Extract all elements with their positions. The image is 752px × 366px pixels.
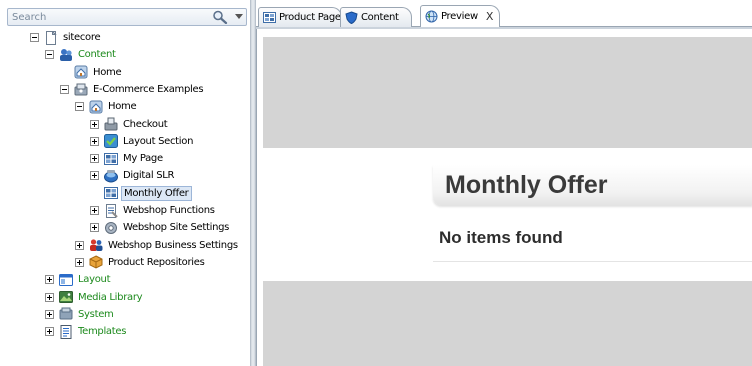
ecommerce-icon <box>74 83 88 96</box>
tree-node-webshop-functions[interactable]: Webshop Functions <box>0 202 250 219</box>
expand-icon[interactable] <box>90 136 99 146</box>
page-title: Monthly Offer <box>433 165 752 205</box>
tree-node-label: Home <box>108 101 137 113</box>
content-tree-pane: sitecore Content Home E-Commerce Examples Ho… <box>0 0 250 366</box>
tree-node-label: Product Repositories <box>108 256 205 268</box>
search-dropdown-icon[interactable] <box>235 14 243 19</box>
tab-product-page[interactable]: Product Page <box>258 7 342 27</box>
document-icon <box>46 30 57 45</box>
divider <box>433 261 752 262</box>
tree-node-system[interactable]: System <box>0 306 250 323</box>
tree-node-label: Layout Section <box>123 135 194 147</box>
expand-icon[interactable] <box>90 154 99 164</box>
tab-bar: Product Page Content Preview X <box>256 0 752 29</box>
tree-node-label: Monthly Offer <box>121 185 192 201</box>
collapse-icon[interactable] <box>60 84 69 94</box>
collapse-icon[interactable] <box>30 33 39 42</box>
tree-node-webshop-site-settings[interactable]: Webshop Site Settings <box>0 219 250 236</box>
content-icon <box>60 48 72 61</box>
expand-icon[interactable] <box>45 327 54 337</box>
collapse-icon[interactable] <box>45 50 54 60</box>
tab-label: Product Page <box>279 12 341 23</box>
editor-pane: Product Page Content Preview X Monthly O… <box>256 0 752 366</box>
search-input[interactable] <box>12 10 202 24</box>
layout-section-icon <box>104 134 118 149</box>
tree-node-label: Digital SLR <box>123 170 175 182</box>
tree-node-checkout[interactable]: Checkout <box>0 116 250 133</box>
tree-node-label: Checkout <box>123 118 168 130</box>
settings-icon <box>105 221 117 234</box>
home-icon <box>89 100 103 114</box>
tree-node-label: Media Library <box>78 291 143 303</box>
tree-node-label: Layout <box>78 274 111 286</box>
close-icon[interactable]: X <box>486 10 494 23</box>
tree-node-label: Webshop Site Settings <box>123 222 230 234</box>
tree-node-webshop-business-settings[interactable]: Webshop Business Settings <box>0 237 250 254</box>
tree-node-media-library[interactable]: Media Library <box>0 289 250 306</box>
preview-viewport: Monthly Offer No items found <box>256 29 752 366</box>
collapse-icon[interactable] <box>75 102 84 112</box>
tree-node-label: E-Commerce Examples <box>93 83 204 95</box>
preview-frame: Monthly Offer No items found <box>263 37 752 366</box>
page-grid-icon <box>104 187 118 200</box>
tree-node-sitecore[interactable]: sitecore <box>0 29 250 46</box>
tree-node-home-1[interactable]: Home <box>0 64 250 81</box>
expand-icon[interactable] <box>45 275 54 285</box>
tree-node-label: Content <box>78 49 116 61</box>
content-band: Monthly Offer No items found <box>263 148 752 281</box>
templates-icon <box>60 324 72 339</box>
tree-node-label: My Page <box>123 153 163 165</box>
tree-node-ecommerce-examples[interactable]: E-Commerce Examples <box>0 81 250 98</box>
checkout-icon <box>104 117 118 131</box>
tree-node-label: sitecore <box>63 32 101 43</box>
tree-node-content[interactable]: Content <box>0 46 250 63</box>
expand-icon[interactable] <box>75 240 84 250</box>
business-icon <box>90 239 103 252</box>
expand-icon[interactable] <box>90 206 99 215</box>
tab-content[interactable]: Content <box>340 7 412 27</box>
media-icon <box>59 291 73 303</box>
home-icon <box>74 65 88 79</box>
tree-node-label: Webshop Functions <box>123 205 215 216</box>
functions-icon <box>106 203 118 218</box>
tree-node-product-repositories[interactable]: Product Repositories <box>0 254 250 271</box>
tab-preview[interactable]: Preview X <box>420 5 500 27</box>
page-grid-icon <box>104 152 118 165</box>
system-icon <box>59 307 73 320</box>
search-box <box>7 8 247 26</box>
camera-icon <box>104 169 118 183</box>
tab-label: Preview <box>441 11 478 22</box>
expand-icon[interactable] <box>45 292 54 302</box>
tree-node-home-2[interactable]: Home <box>0 98 250 115</box>
tree-node-label: System <box>78 308 114 320</box>
expand-icon[interactable] <box>45 309 54 319</box>
tab-label: Content <box>361 12 399 23</box>
expand-icon[interactable] <box>75 257 84 267</box>
page-grid-icon <box>263 12 276 23</box>
tree-node-templates[interactable]: Templates <box>0 323 250 340</box>
tree-node-monthly-offer[interactable]: Monthly Offer <box>0 185 250 202</box>
tree-node-label: Templates <box>78 326 127 338</box>
expand-icon[interactable] <box>90 119 99 129</box>
search-icon[interactable] <box>212 10 228 24</box>
expand-icon[interactable] <box>90 223 99 233</box>
tree-node-label: Webshop Business Settings <box>108 239 238 251</box>
tree-node-digital-slr[interactable]: Digital SLR <box>0 167 250 184</box>
globe-icon <box>425 10 438 23</box>
layout-icon <box>59 273 73 286</box>
tree-node-layout-section[interactable]: Layout Section <box>0 133 250 150</box>
tree-node-layout[interactable]: Layout <box>0 271 250 288</box>
tree-node-my-page[interactable]: My Page <box>0 150 250 167</box>
expand-icon[interactable] <box>90 171 99 181</box>
repository-icon <box>89 255 103 269</box>
tree-node-label: Home <box>93 66 122 78</box>
shield-icon <box>345 11 358 24</box>
empty-message: No items found <box>439 228 563 247</box>
